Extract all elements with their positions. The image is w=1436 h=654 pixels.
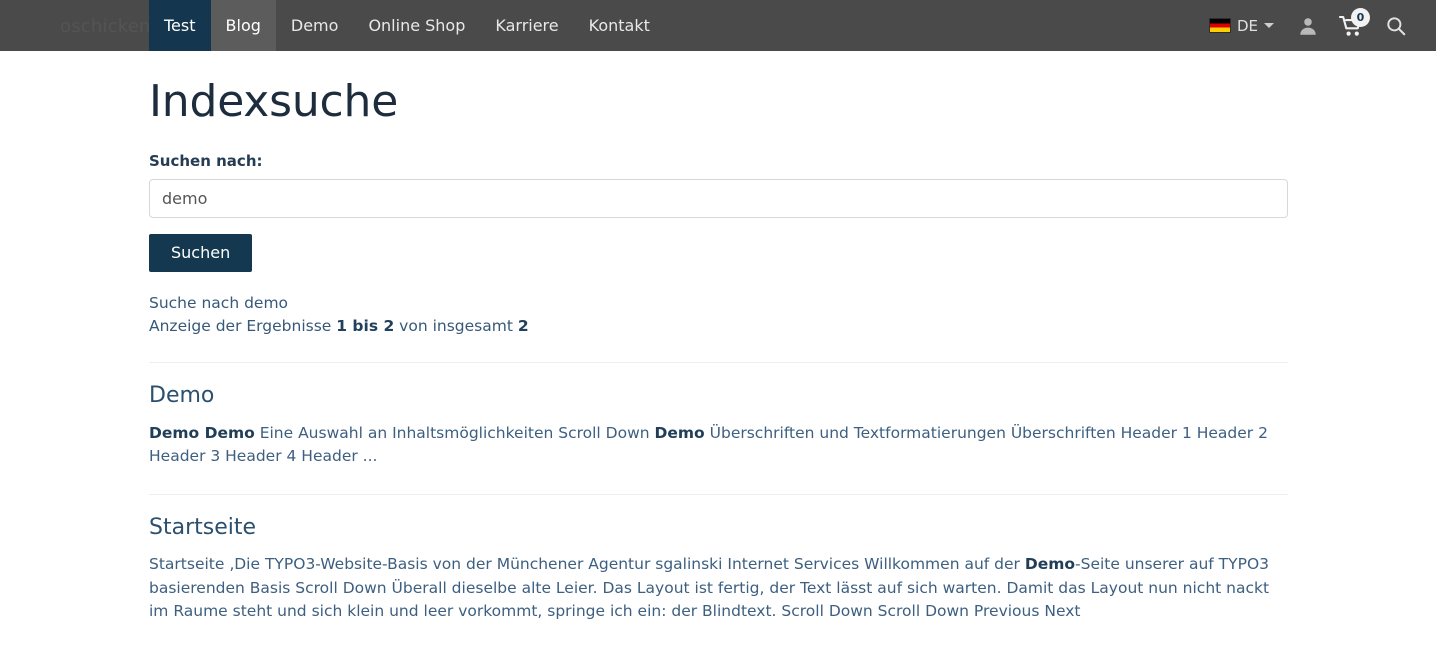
user-icon	[1297, 15, 1319, 37]
index-search-form: Suchen nach: Suchen	[149, 152, 1288, 272]
language-switcher[interactable]: DE	[1199, 11, 1284, 41]
primary-nav: Test Blog Demo Online Shop Karriere Kont…	[149, 0, 665, 51]
search-result-item: Demo Demo Demo Eine Auswahl an Inhaltsmö…	[149, 363, 1288, 468]
chevron-down-icon	[1264, 23, 1274, 28]
search-submit-button[interactable]: Suchen	[149, 234, 252, 272]
result-title-link[interactable]: Demo	[149, 383, 214, 409]
nav-item-karriere[interactable]: Karriere	[480, 0, 573, 51]
results-summary: Suche nach demo Anzeige der Ergebnisse 1…	[149, 292, 1288, 338]
user-account-button[interactable]	[1288, 6, 1328, 46]
nav-item-demo[interactable]: Demo	[276, 0, 354, 51]
navbar-left-spacer: oschicken	[0, 0, 149, 51]
search-toggle-button[interactable]	[1376, 6, 1416, 46]
top-navigation-bar: oschicken Test Blog Demo Online Shop Kar…	[0, 0, 1436, 51]
search-icon	[1385, 15, 1407, 37]
main-content: Indexsuche Suchen nach: Suchen Suche nac…	[149, 51, 1288, 624]
result-range: 1 bis 2	[336, 317, 394, 335]
query-echo-prefix: Suche nach	[149, 294, 244, 312]
result-title-link[interactable]: Startseite	[149, 515, 256, 541]
result-total: 2	[518, 317, 529, 335]
result-snippet: Demo Demo Eine Auswahl an Inhaltsmöglich…	[149, 422, 1288, 469]
search-input[interactable]	[149, 179, 1288, 218]
query-echo-line: Suche nach demo	[149, 292, 1288, 315]
result-count-line: Anzeige der Ergebnisse 1 bis 2 von insge…	[149, 315, 1288, 338]
count-prefix: Anzeige der Ergebnisse	[149, 317, 336, 335]
cart-count-badge: 0	[1351, 8, 1370, 27]
result-snippet: Startseite ‚Die TYPO3-Website-Basis von …	[149, 553, 1288, 624]
nav-item-kontakt[interactable]: Kontakt	[574, 0, 665, 51]
language-code-label: DE	[1237, 17, 1258, 35]
page-title: Indexsuche	[149, 77, 1288, 128]
shopping-cart-button[interactable]: 0	[1332, 6, 1372, 46]
search-field-label: Suchen nach:	[149, 152, 1288, 170]
nav-item-online-shop[interactable]: Online Shop	[353, 0, 480, 51]
ghost-overlay-text: oschicken	[60, 16, 151, 37]
navbar-utility-group: DE 0	[1199, 0, 1436, 51]
query-echo-term: demo	[244, 294, 288, 312]
nav-item-blog[interactable]: Blog	[211, 0, 276, 51]
count-middle: von insgesamt	[394, 317, 518, 335]
search-result-item: Startseite Startseite ‚Die TYPO3-Website…	[149, 495, 1288, 624]
nav-item-test[interactable]: Test	[149, 0, 211, 51]
german-flag-icon	[1209, 18, 1231, 33]
